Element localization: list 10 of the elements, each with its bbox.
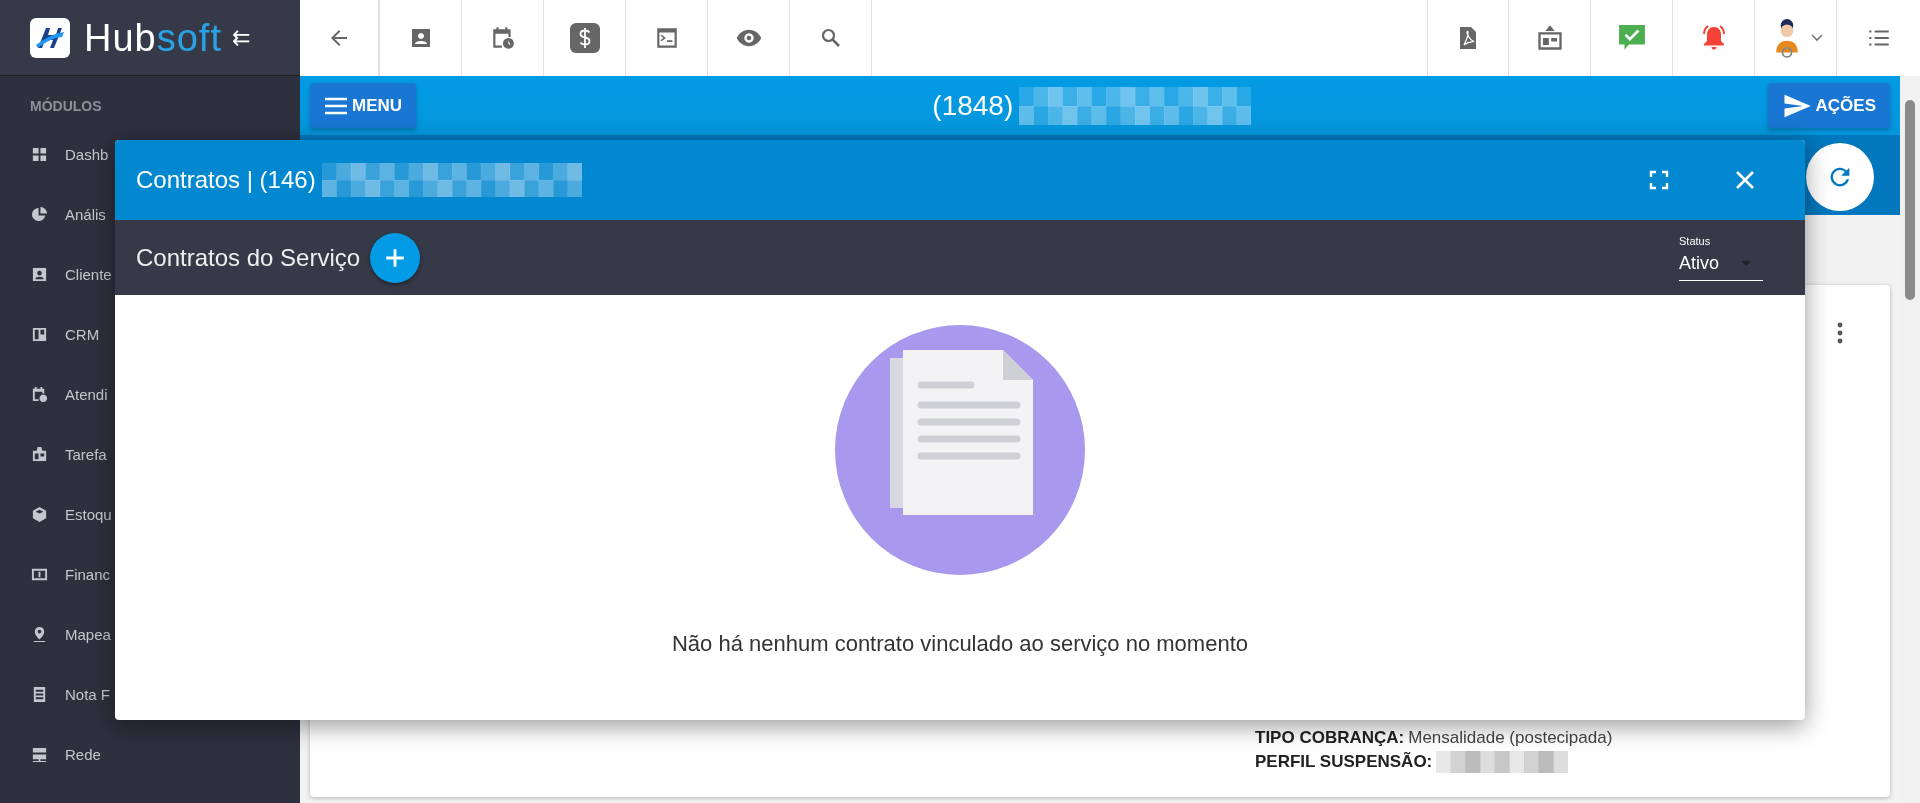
dialog-title: Contratos | (146) [136, 166, 316, 194]
section-title: MÓDULOS [29, 96, 103, 116]
logo-text: Hubsoft [84, 18, 222, 57]
field-label: TIPO COBRANÇA: [1255, 728, 1405, 748]
section-title: Contratos do Serviço [136, 243, 361, 272]
field-label: PERFIL SUSPENSÃO: [1255, 752, 1433, 772]
page-title: (1848) [932, 89, 1014, 122]
empty-state-message: Não há nenhum contrato vinculado ao serviço no momento [672, 631, 1248, 657]
field-value: Mensalidade (postecipada) [1408, 728, 1613, 748]
status-label: Status [1679, 234, 1712, 247]
